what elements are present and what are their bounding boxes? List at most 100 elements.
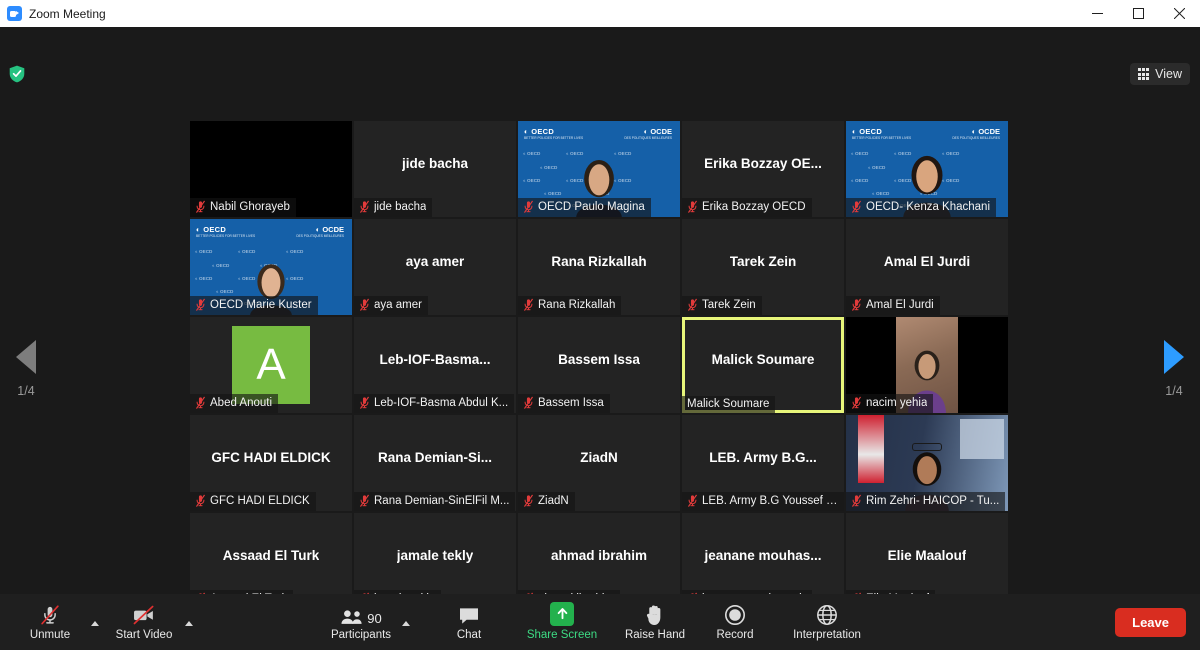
- participant-name-text: Rana Rizkallah: [538, 299, 616, 311]
- participant-tile[interactable]: LEB. Army B.G... LEB. Army B.G Youssef k.…: [682, 415, 844, 511]
- participant-name-label: Rana Demian-SinElFil M...: [354, 492, 516, 511]
- chat-button[interactable]: Chat: [433, 596, 505, 648]
- participant-name-label: Nabil Ghorayeb: [190, 198, 296, 217]
- chevron-up-icon: [185, 621, 193, 626]
- video-options-button[interactable]: [180, 596, 202, 648]
- participant-name-label: jide bacha: [354, 198, 433, 217]
- participant-tile[interactable]: GFC HADI ELDICK GFC HADI ELDICK: [190, 415, 352, 511]
- participant-name-text: Rim Zehri- HAICOP - Tu...: [866, 495, 1000, 507]
- interpretation-button[interactable]: Interpretation: [779, 596, 875, 648]
- microphone-muted-icon: [359, 200, 370, 213]
- share-screen-button-label: Share Screen: [526, 628, 598, 641]
- participant-name-label: Bassem Issa: [518, 394, 610, 413]
- titlebar-left-group: Zoom Meeting: [0, 6, 106, 21]
- participant-tile[interactable]: Erika Bozzay OE... Erika Bozzay OECD: [682, 121, 844, 217]
- shield-check-icon[interactable]: [9, 65, 25, 83]
- view-button-label: View: [1155, 67, 1182, 81]
- camera-off-icon: [132, 604, 156, 626]
- microphone-muted-icon: [851, 200, 862, 213]
- ocde-logo-icon: ◐ OCDE DES POLITIQUES MEILLEURES: [296, 225, 344, 238]
- participant-name-text: aya amer: [374, 299, 422, 311]
- raise-hand-button[interactable]: Raise Hand: [619, 596, 691, 648]
- chat-button-label: Chat: [456, 628, 482, 641]
- previous-page-label: 1/4: [17, 384, 35, 398]
- microphone-muted-icon: [687, 494, 698, 507]
- participant-tile[interactable]: aya amer aya amer: [354, 219, 516, 315]
- participant-tile[interactable]: Leb-IOF-Basma... Leb-IOF-Basma Abdul K...: [354, 317, 516, 413]
- raise-hand-button-label: Raise Hand: [624, 628, 686, 641]
- interpretation-button-label: Interpretation: [793, 628, 861, 641]
- participant-tile[interactable]: ◐ OECD BETTER POLICIES FOR BETTER LIVES ◐ …: [190, 219, 352, 315]
- start-video-button-label: Start Video: [115, 628, 173, 641]
- participant-name-text: nacim yehia: [866, 397, 928, 409]
- microphone-muted-icon: [523, 494, 534, 507]
- participant-name-text: Amal El Jurdi: [866, 299, 934, 311]
- start-video-button[interactable]: Start Video: [108, 596, 180, 648]
- participant-name-text: OECD Marie Kuster: [210, 299, 312, 311]
- participant-name-text: Tarek Zein: [702, 299, 756, 311]
- participant-name-label: Abed Anouti: [190, 394, 279, 413]
- participant-tile[interactable]: nacim yehia: [846, 317, 1008, 413]
- microphone-muted-icon: [687, 298, 698, 311]
- participant-name-text: ZiadN: [538, 495, 569, 507]
- participant-tile[interactable]: jide bacha jide bacha: [354, 121, 516, 217]
- participant-tile[interactable]: ZiadN ZiadN: [518, 415, 680, 511]
- participant-name-label: LEB. Army B.G Youssef k...: [682, 492, 844, 511]
- participant-name-text: OECD Paulo Magina: [538, 201, 645, 213]
- record-button[interactable]: Record: [699, 596, 771, 648]
- next-page-label: 1/4: [1165, 384, 1183, 398]
- participants-options-button[interactable]: [397, 596, 419, 648]
- microphone-muted-icon: [687, 200, 698, 213]
- participant-name-label: OECD- Kenza Khachani: [846, 198, 997, 217]
- participant-tile[interactable]: A Abed Anouti: [190, 317, 352, 413]
- toolbar-center-group: 90 Participants Chat Share Screen Raise …: [325, 596, 875, 648]
- leave-button[interactable]: Leave: [1115, 607, 1186, 637]
- participant-tile[interactable]: Rim Zehri- HAICOP - Tu...: [846, 415, 1008, 511]
- participant-gallery-grid: Nabil Ghorayeb jide bacha jide bacha ◐ OECD…: [190, 121, 1010, 609]
- microphone-muted-icon: [195, 298, 206, 311]
- next-page-button[interactable]: 1/4: [1150, 340, 1198, 398]
- meeting-topbar: [0, 27, 1200, 64]
- microphone-muted-icon: [851, 396, 862, 409]
- zoom-logo-icon: [7, 6, 22, 21]
- participants-count: 90: [367, 610, 382, 626]
- participants-button[interactable]: 90 Participants: [325, 596, 397, 648]
- participant-name-label: Rana Rizkallah: [518, 296, 622, 315]
- participants-button-label: Participants: [330, 628, 392, 641]
- microphone-muted-icon: [851, 298, 862, 311]
- participant-name-label: Leb-IOF-Basma Abdul K...: [354, 394, 515, 413]
- audio-options-button[interactable]: [86, 596, 108, 648]
- participant-name-label: OECD Marie Kuster: [190, 296, 318, 315]
- window-titlebar: Zoom Meeting: [0, 0, 1200, 27]
- participant-name-label: aya amer: [354, 296, 428, 315]
- chevron-up-icon: [91, 621, 99, 626]
- maximize-icon[interactable]: [1118, 0, 1159, 27]
- participant-name-text: Erika Bozzay OECD: [702, 201, 806, 213]
- participant-name-text: Abed Anouti: [210, 397, 273, 409]
- participant-tile[interactable]: Amal El Jurdi Amal El Jurdi: [846, 219, 1008, 315]
- participant-name-text: GFC HADI ELDICK: [210, 495, 310, 507]
- window-controls: [1077, 0, 1200, 27]
- participant-tile[interactable]: Malick Soumare Malick Soumare: [682, 317, 844, 413]
- share-screen-button[interactable]: Share Screen: [519, 596, 605, 648]
- participant-name-label: ZiadN: [518, 492, 575, 511]
- participant-name-label: Erika Bozzay OECD: [682, 198, 812, 217]
- close-icon[interactable]: [1159, 0, 1200, 27]
- meeting-window: View 1/4 1/4 Nabil Ghorayeb jide bacha jid…: [0, 27, 1200, 650]
- participant-name-label: Rim Zehri- HAICOP - Tu...: [846, 492, 1006, 511]
- oecd-logo-icon: ◐ OECD BETTER POLICIES FOR BETTER LIVES: [196, 225, 256, 238]
- previous-page-button[interactable]: 1/4: [2, 340, 50, 398]
- participant-tile[interactable]: ◐ OECD BETTER POLICIES FOR BETTER LIVES ◐ …: [846, 121, 1008, 217]
- participant-tile[interactable]: Tarek Zein Tarek Zein: [682, 219, 844, 315]
- chat-bubble-icon: [458, 604, 480, 626]
- participant-tile[interactable]: Nabil Ghorayeb: [190, 121, 352, 217]
- view-button[interactable]: View: [1129, 63, 1190, 85]
- participant-tile[interactable]: Bassem Issa Bassem Issa: [518, 317, 680, 413]
- participant-tile[interactable]: Rana Rizkallah Rana Rizkallah: [518, 219, 680, 315]
- participant-tile[interactable]: ◐ OECD BETTER POLICIES FOR BETTER LIVES ◐ …: [518, 121, 680, 217]
- unmute-button[interactable]: Unmute: [14, 596, 86, 648]
- participant-tile[interactable]: Rana Demian-Si... Rana Demian-SinElFil M.…: [354, 415, 516, 511]
- participant-name-label: GFC HADI ELDICK: [190, 492, 316, 511]
- minimize-icon[interactable]: [1077, 0, 1118, 27]
- toolbar-left-group: Unmute Start Video: [0, 596, 202, 648]
